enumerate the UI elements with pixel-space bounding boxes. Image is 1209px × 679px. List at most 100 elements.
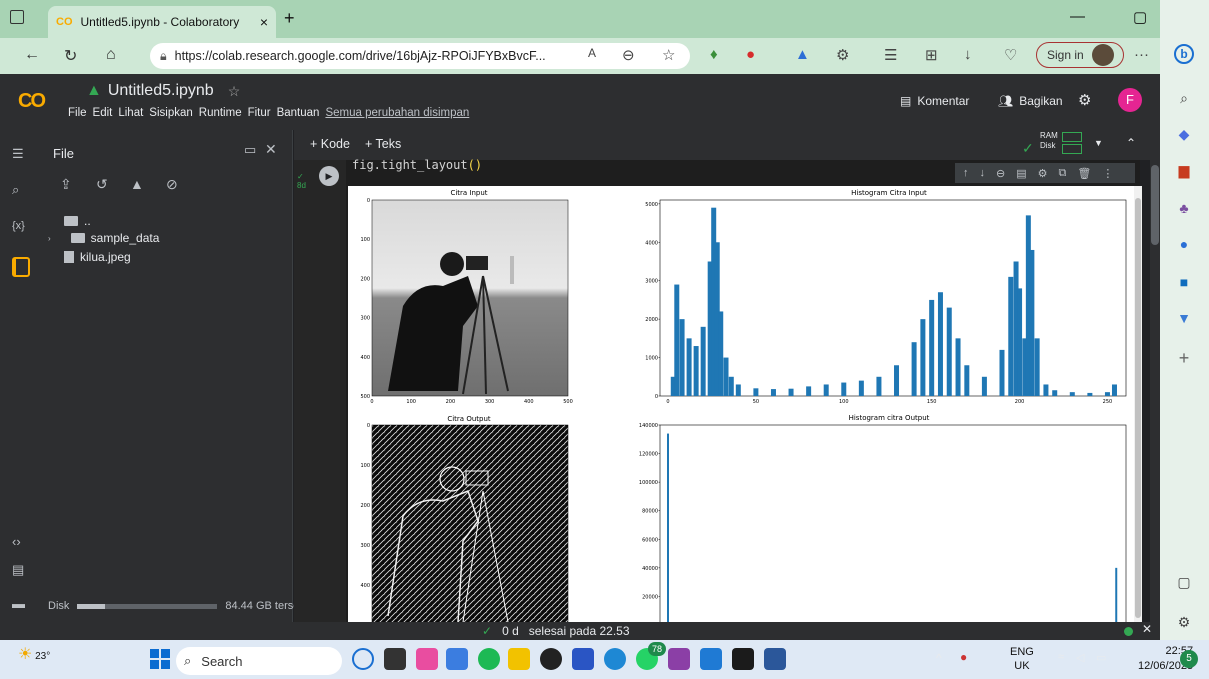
notification-badge[interactable]: 5 [1180, 650, 1198, 668]
menu-file[interactable]: File [68, 107, 87, 119]
bing-icon[interactable]: b [1174, 44, 1194, 64]
favorites-icon[interactable]: ☰ [884, 46, 897, 64]
collapse-header-icon[interactable]: ⌃ [1126, 136, 1136, 150]
refresh-icon[interactable]: ↻ [64, 46, 77, 66]
edge-icon[interactable] [604, 648, 626, 670]
notepad-icon[interactable] [446, 648, 468, 670]
menu-edit[interactable]: Edit [93, 107, 113, 119]
tools-briefcase-icon[interactable]: ▆ [1174, 160, 1194, 180]
run-cell-button[interactable]: ▶ [319, 166, 339, 186]
browser-tab[interactable]: CO Untitled5.ipynb - Colaboratory × [48, 6, 276, 38]
weather-widget[interactable]: ☀ 23° [18, 644, 50, 664]
extension-c-icon[interactable]: ● [746, 46, 755, 63]
delete-cell-icon[interactable]: 🗑︎ [1077, 167, 1091, 180]
store-icon[interactable] [572, 648, 594, 670]
address-bar[interactable]: 🔒︎ https://colab.research.google.com/dri… [150, 43, 690, 69]
hide-files-icon[interactable]: ⊘ [166, 176, 178, 193]
status-close-icon[interactable]: ✕ [1142, 622, 1152, 636]
output-scrollbar-thumb[interactable] [1135, 198, 1141, 618]
task-view-icon[interactable] [384, 648, 406, 670]
file-item-parent[interactable]: .. [64, 214, 91, 228]
notebook-scrollbar-thumb[interactable] [1151, 165, 1159, 245]
sign-in-button[interactable]: Sign in [1036, 42, 1124, 68]
back-icon[interactable]: ← [24, 46, 40, 64]
mirror-cell-icon[interactable]: ⧉ [1059, 167, 1067, 180]
spotify-icon[interactable] [478, 648, 500, 670]
settings-gear-icon[interactable]: ⚙ [1078, 91, 1091, 109]
file-item-sample-data[interactable]: › sample_data [48, 231, 159, 245]
share-button[interactable]: 👥︎ Bagikan [998, 94, 1063, 108]
menu-view[interactable]: Lihat [118, 107, 143, 119]
favorite-star-icon[interactable]: ☆ [662, 46, 675, 64]
saved-status-link[interactable]: Semua perubahan disimpan [325, 107, 469, 119]
add-sidebar-app-icon[interactable]: + [1174, 348, 1194, 368]
panel-close-icon[interactable]: ✕ [265, 141, 277, 158]
cell-settings-icon[interactable]: ⚙ [1038, 167, 1048, 180]
read-aloud-icon[interactable]: A [588, 46, 596, 60]
app-icon[interactable] [416, 648, 438, 670]
resource-monitor[interactable]: RAM Disk [1040, 131, 1058, 151]
tab-actions-icon[interactable] [10, 10, 24, 24]
sidebar-layout-icon[interactable]: ▢ [1174, 572, 1194, 592]
code-snippets-icon[interactable]: ‹› [12, 534, 21, 549]
more-menu-icon[interactable]: ··· [1134, 46, 1149, 63]
word-icon[interactable] [764, 648, 786, 670]
star-icon[interactable]: ☆ [228, 83, 241, 100]
extension-icon[interactable]: ♦ [710, 46, 718, 63]
microsoft365-icon[interactable]: ● [1174, 234, 1194, 254]
terminal-icon[interactable]: ▬ [12, 596, 25, 611]
github-icon[interactable] [540, 648, 562, 670]
zoom-icon[interactable]: ⊖ [622, 46, 635, 64]
games-icon[interactable]: ♣ [1174, 198, 1194, 218]
cell-more-icon[interactable]: ⋮ [1102, 167, 1113, 180]
new-tab-button[interactable]: + [284, 8, 295, 29]
bing-taskbar-icon[interactable] [352, 648, 374, 670]
extension-arrow-icon[interactable]: ▲ [795, 46, 810, 63]
files-icon[interactable] [12, 257, 30, 277]
pycharm-icon[interactable] [732, 648, 754, 670]
start-windows-icon[interactable] [150, 649, 170, 669]
minimize-icon[interactable]: — [1070, 8, 1085, 25]
winrar-icon[interactable] [668, 648, 690, 670]
expand-chevron-icon[interactable]: › [48, 234, 51, 243]
add-code-button[interactable]: + Kode [310, 137, 350, 151]
move-down-icon[interactable]: ↓ [980, 167, 986, 179]
user-avatar[interactable]: F [1118, 88, 1142, 112]
battery-icon[interactable]: ▭ [1096, 651, 1106, 664]
collections-icon[interactable]: ⊞ [925, 46, 938, 64]
menu-tools[interactable]: Fitur [248, 107, 271, 119]
command-palette-icon[interactable]: ▤ [12, 562, 24, 578]
comment-cell-icon[interactable]: ▤ [1016, 167, 1026, 180]
vscode-icon[interactable] [700, 648, 722, 670]
tray-app-icon[interactable]: ● [960, 650, 967, 664]
tab-close-button[interactable]: × [260, 14, 268, 30]
notebook-title[interactable]: Untitled5.ipynb [108, 82, 214, 100]
tray-overflow-icon[interactable]: ^ [936, 651, 942, 665]
menu-runtime[interactable]: Runtime [199, 107, 242, 119]
home-icon[interactable]: ⌂ [106, 46, 116, 64]
outlook-icon[interactable]: ■ [1174, 272, 1194, 292]
file-item-kilua[interactable]: kilua.jpeg [64, 250, 131, 264]
upload-icon[interactable]: ⇪ [60, 176, 72, 193]
extensions-puzzle-icon[interactable]: ⚙ [836, 46, 849, 64]
search-icon[interactable]: ⌕ [12, 182, 19, 198]
colab-logo-icon[interactable]: CO [18, 90, 46, 113]
variables-icon[interactable]: {x} [12, 220, 25, 232]
wifi-icon[interactable]: ≈ [1058, 651, 1064, 663]
drop-icon[interactable]: ▼ [1174, 308, 1194, 328]
language-indicator[interactable]: ENG UK [1010, 645, 1034, 673]
comment-button[interactable]: ▤ Komentar [900, 94, 969, 108]
link-icon[interactable]: ⊖ [996, 167, 1005, 180]
sidebar-search-icon[interactable]: ⌕ [1174, 88, 1194, 108]
shopping-tag-icon[interactable]: ◆ [1174, 124, 1194, 144]
panel-window-icon[interactable]: ▭ [244, 142, 256, 158]
code-line[interactable]: fig.tight_layout() [352, 158, 482, 172]
menu-insert[interactable]: Sisipkan [149, 107, 192, 119]
mount-drive-icon[interactable]: ▲ [130, 176, 144, 192]
toc-icon[interactable]: ☰ [12, 146, 24, 162]
sidebar-settings-icon[interactable]: ⚙ [1174, 612, 1194, 632]
file-explorer-icon[interactable] [508, 648, 530, 670]
move-up-icon[interactable]: ↑ [963, 167, 969, 179]
menu-help[interactable]: Bantuan [277, 107, 320, 119]
refresh-folder-icon[interactable]: ↺ [96, 176, 108, 193]
